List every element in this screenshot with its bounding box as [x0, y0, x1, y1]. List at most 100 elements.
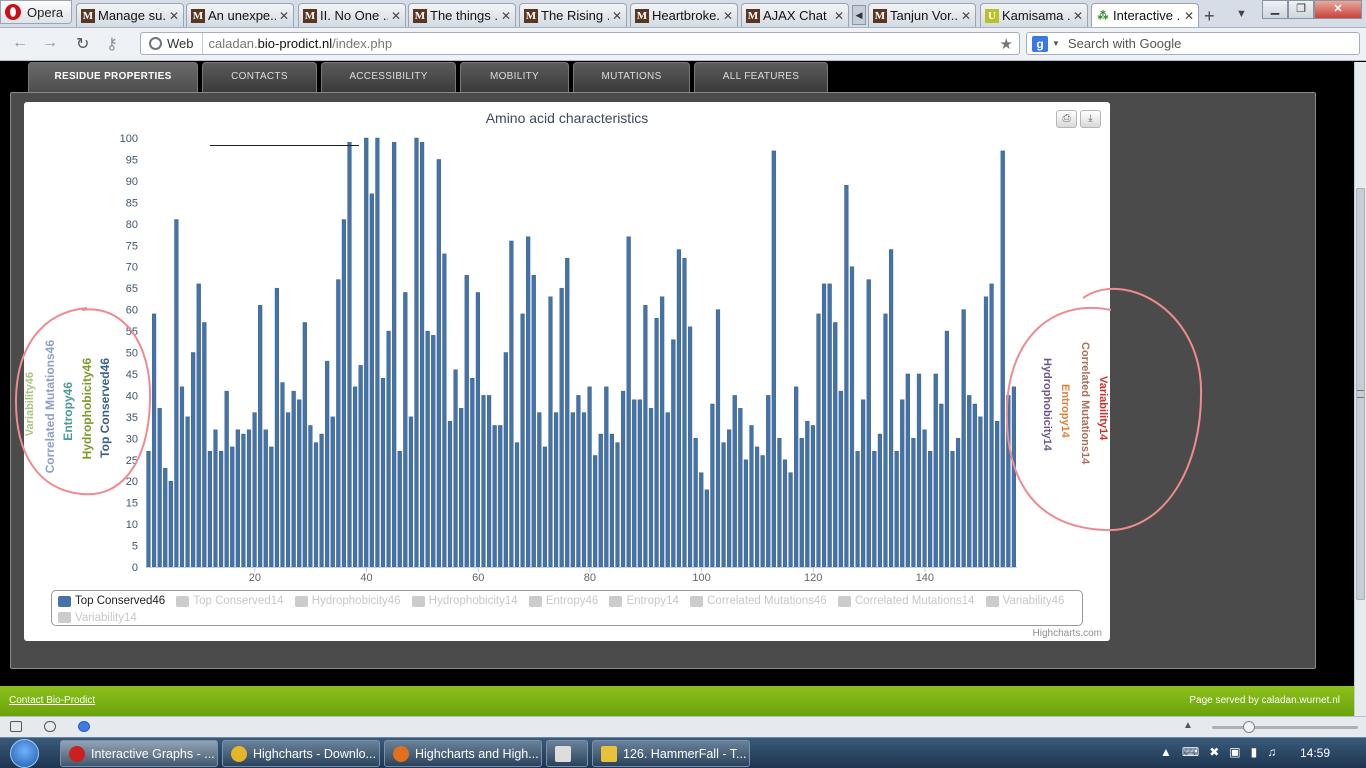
google-search-engine-icon[interactable]: g [1032, 35, 1048, 52]
chevron-down-icon[interactable]: ▼ [1052, 39, 1060, 48]
cloud-icon[interactable] [44, 721, 56, 732]
close-window-icon[interactable]: ✕ [1314, 0, 1362, 19]
axis-label-hydrophobicity14: Hydrophobicity14 [1041, 358, 1053, 451]
url-text[interactable]: caladan.bio-prodict.nl/index.php [203, 36, 1000, 51]
search-input[interactable]: g ▼ Search with Google [1026, 32, 1360, 55]
tab-accessibility[interactable]: ACCESSIBILITY [321, 62, 456, 92]
legend-item[interactable]: Correlated Mutations14 [837, 594, 975, 608]
maximize-window-icon[interactable]: ❐ [1288, 0, 1314, 19]
tab-close-icon[interactable]: ✕ [1184, 9, 1194, 23]
x-tick-label: 60 [472, 572, 484, 584]
start-button[interactable] [4, 738, 46, 768]
legend-item[interactable]: Correlated Mutations46 [690, 594, 827, 608]
system-tray-icons[interactable]: ▲ ⌨ ✖ ▣ ▮ ♫ [1160, 745, 1276, 759]
key-icon[interactable]: ⚷ [106, 34, 118, 54]
bar [978, 416, 983, 568]
tab-close-icon[interactable]: ✕ [834, 9, 844, 23]
bar [230, 446, 235, 568]
site-info-badge[interactable]: Web [141, 33, 203, 54]
page-scrollbar[interactable] [1354, 62, 1366, 716]
panel-toggle-icon[interactable] [10, 721, 22, 732]
forward-arrow-icon[interactable]: → [42, 34, 58, 52]
legend-item[interactable]: Hydrophobicity46 [294, 594, 401, 608]
bar [928, 450, 933, 568]
legend-label: Top Conserved14 [193, 595, 284, 607]
legend-label: Correlated Mutations14 [854, 595, 975, 607]
legend-item[interactable]: Hydrophobicity14 [411, 594, 518, 608]
tab-mobility[interactable]: MOBILITY [460, 62, 569, 92]
tab-close-icon[interactable]: ✕ [279, 9, 289, 23]
tab-close-icon[interactable]: ✕ [169, 9, 179, 23]
axis-label-entropy14: Entropy14 [1059, 384, 1071, 438]
taskbar-item[interactable]: 126. HammerFall - T... [592, 740, 750, 767]
tab-contacts[interactable]: CONTACTS [202, 62, 317, 92]
bar [911, 438, 916, 568]
tab-scroll-left-icon[interactable]: ◀ [852, 5, 866, 25]
browser-tab[interactable]: M The Rising ... ✕ [519, 3, 627, 27]
contact-link[interactable]: Contact Bio-Prodict [9, 695, 95, 706]
clock[interactable]: 14:59 [1300, 746, 1330, 760]
legend-item[interactable]: Top Conserved14 [176, 594, 284, 608]
browser-tab[interactable]: M Manage su... ✕ [76, 3, 184, 27]
tab-residue-properties[interactable]: RESIDUE PROPERTIES [28, 62, 198, 92]
legend-item[interactable]: Variability14 [58, 611, 137, 625]
taskbar-item[interactable]: Highcharts - Downlo... [222, 740, 380, 767]
legend-item[interactable]: Variability46 [985, 594, 1064, 608]
zoom-up-icon[interactable]: ▲ [1183, 720, 1193, 731]
zoom-slider[interactable] [1212, 726, 1358, 729]
bar [620, 390, 626, 568]
tab-menu-chevron-down-icon[interactable]: ▼ [1236, 8, 1247, 20]
reload-icon[interactable]: ↻ [76, 34, 89, 54]
bar [297, 399, 302, 568]
tab-mutations[interactable]: MUTATIONS [573, 62, 690, 92]
minimize-window-icon[interactable]: ▁ [1262, 0, 1288, 19]
bar [196, 283, 201, 568]
taskbar-item-label: Highcharts and High... [415, 746, 539, 761]
browser-tab[interactable]: M Tanjun Vor... ✕ [868, 3, 976, 27]
new-tab-plus-icon[interactable]: + [1204, 6, 1215, 27]
bar [336, 279, 341, 568]
bar [470, 378, 475, 568]
browser-tab[interactable]: M An unexpe... ✕ [186, 3, 294, 27]
bar [827, 283, 832, 568]
axis-label-entropy46: Entropy46 [61, 382, 75, 441]
browser-tab[interactable]: M Heartbroke... ✕ [630, 3, 738, 27]
y-tick-label: 10 [126, 519, 138, 531]
url-field[interactable]: Web caladan.bio-prodict.nl/index.php ★ [140, 32, 1020, 55]
taskbar-item[interactable]: Interactive Graphs - ... [60, 740, 218, 767]
tab-close-icon[interactable]: ✕ [961, 9, 971, 23]
legend-item[interactable]: Entropy46 [528, 594, 598, 608]
browser-tab[interactable]: M II. No One ... ✕ [298, 3, 406, 27]
bar [989, 283, 994, 568]
speed-dial-icon[interactable] [78, 721, 90, 732]
bar [626, 236, 631, 568]
legend-item[interactable]: Top Conserved46 [58, 594, 165, 608]
browser-tab[interactable]: M AJAX Chat ✕ [741, 3, 849, 27]
browser-tab[interactable]: U Kamisama ... ✕ [980, 3, 1088, 27]
tab-close-icon[interactable]: ✕ [612, 9, 622, 23]
browser-tab[interactable]: M The things ... ✕ [408, 3, 516, 27]
tab-close-icon[interactable]: ✕ [723, 9, 733, 23]
taskbar-item[interactable]: Highcharts and High... [384, 740, 542, 767]
chart-credits[interactable]: Highcharts.com [1033, 628, 1102, 639]
bar [866, 279, 871, 568]
bar [587, 386, 592, 568]
browser-tab-active[interactable]: ⁂ Interactive ... ✕ [1091, 3, 1199, 27]
tab-close-icon[interactable]: ✕ [1073, 9, 1083, 23]
tab-title: AJAX Chat [763, 8, 827, 23]
tab-all-features[interactable]: ALL FEATURES [694, 62, 828, 92]
bar [900, 399, 905, 568]
opera-menu-button[interactable]: Opera [0, 0, 72, 24]
bar [481, 395, 486, 568]
taskbar-item[interactable] [546, 740, 588, 767]
back-arrow-icon[interactable]: ← [12, 34, 28, 52]
page-footer: Contact Bio-Prodict Page served by calad… [0, 686, 1354, 716]
bookmark-star-icon[interactable]: ★ [1000, 35, 1019, 53]
legend-item[interactable]: Entropy14 [609, 594, 679, 608]
zoom-slider-handle[interactable] [1243, 721, 1255, 733]
tab-close-icon[interactable]: ✕ [391, 9, 401, 23]
tab-favicon-icon: M [524, 8, 538, 23]
tab-close-icon[interactable]: ✕ [501, 9, 511, 23]
bar [526, 236, 531, 568]
taskbar-item-label: Interactive Graphs - ... [91, 746, 215, 761]
